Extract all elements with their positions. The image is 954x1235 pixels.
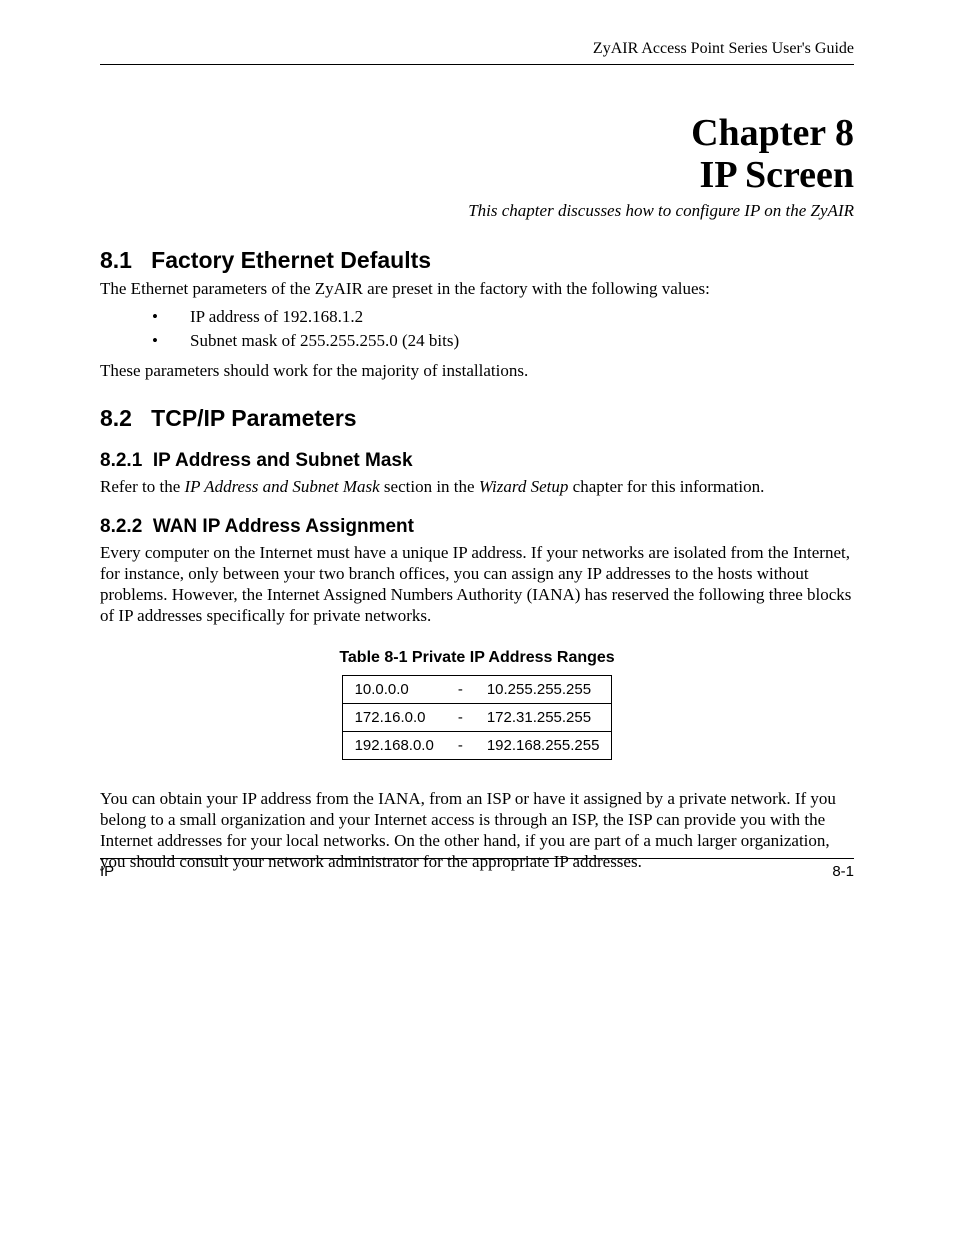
subsection-number: 8.2.2 <box>100 516 142 537</box>
text-fragment: section in the <box>380 477 479 496</box>
range-start: 172.16.0.0 <box>342 703 446 731</box>
section-number: 8.2 <box>100 405 132 431</box>
subsection-number: 8.2.1 <box>100 450 142 471</box>
subsection-title: IP Address and Subnet Mask <box>153 450 413 471</box>
range-dash: - <box>446 731 475 759</box>
range-dash: - <box>446 703 475 731</box>
subsection-heading-8-2-2: 8.2.2 WAN IP Address Assignment <box>100 516 854 538</box>
bullet-list: IP address of 192.168.1.2 Subnet mask of… <box>100 305 854 354</box>
range-end: 192.168.255.255 <box>475 731 612 759</box>
footer-right: 8-1 <box>832 863 854 880</box>
text-fragment: Refer to the <box>100 477 185 496</box>
body-text: Every computer on the Internet must have… <box>100 542 854 627</box>
ip-ranges-table: 10.0.0.0 - 10.255.255.255 172.16.0.0 - 1… <box>342 675 613 760</box>
table-row: 172.16.0.0 - 172.31.255.255 <box>342 703 612 731</box>
running-header: ZyAIR Access Point Series User's Guide <box>100 40 854 65</box>
section-number: 8.1 <box>100 247 132 273</box>
table-row: 192.168.0.0 - 192.168.255.255 <box>342 731 612 759</box>
chapter-subtitle: This chapter discusses how to configure … <box>100 201 854 221</box>
range-start: 10.0.0.0 <box>342 675 446 703</box>
list-item: Subnet mask of 255.255.255.0 (24 bits) <box>100 329 854 354</box>
subsection-heading-8-2-1: 8.2.1 IP Address and Subnet Mask <box>100 450 854 472</box>
subsection-title: WAN IP Address Assignment <box>153 516 414 537</box>
range-end: 172.31.255.255 <box>475 703 612 731</box>
range-end: 10.255.255.255 <box>475 675 612 703</box>
section-heading-8-2: 8.2 TCP/IP Parameters <box>100 405 854 432</box>
table-row: 10.0.0.0 - 10.255.255.255 <box>342 675 612 703</box>
table-caption: Table 8-1 Private IP Address Ranges <box>100 649 854 667</box>
body-text: These parameters should work for the maj… <box>100 360 854 381</box>
italic-text: IP Address and Subnet Mask <box>185 477 380 496</box>
chapter-name: IP Screen <box>100 155 854 197</box>
list-item: IP address of 192.168.1.2 <box>100 305 854 330</box>
italic-text: Wizard Setup <box>479 477 569 496</box>
section-title: Factory Ethernet Defaults <box>151 247 431 273</box>
range-start: 192.168.0.0 <box>342 731 446 759</box>
section-heading-8-1: 8.1 Factory Ethernet Defaults <box>100 247 854 274</box>
text-fragment: chapter for this information. <box>568 477 764 496</box>
body-text: Refer to the IP Address and Subnet Mask … <box>100 476 854 497</box>
range-dash: - <box>446 675 475 703</box>
body-text: The Ethernet parameters of the ZyAIR are… <box>100 278 854 299</box>
section-title: TCP/IP Parameters <box>151 405 356 431</box>
chapter-number: Chapter 8 <box>100 113 854 155</box>
page-footer: IP 8-1 <box>100 858 854 880</box>
footer-left: IP <box>100 863 114 880</box>
chapter-title-block: Chapter 8 IP Screen <box>100 113 854 197</box>
